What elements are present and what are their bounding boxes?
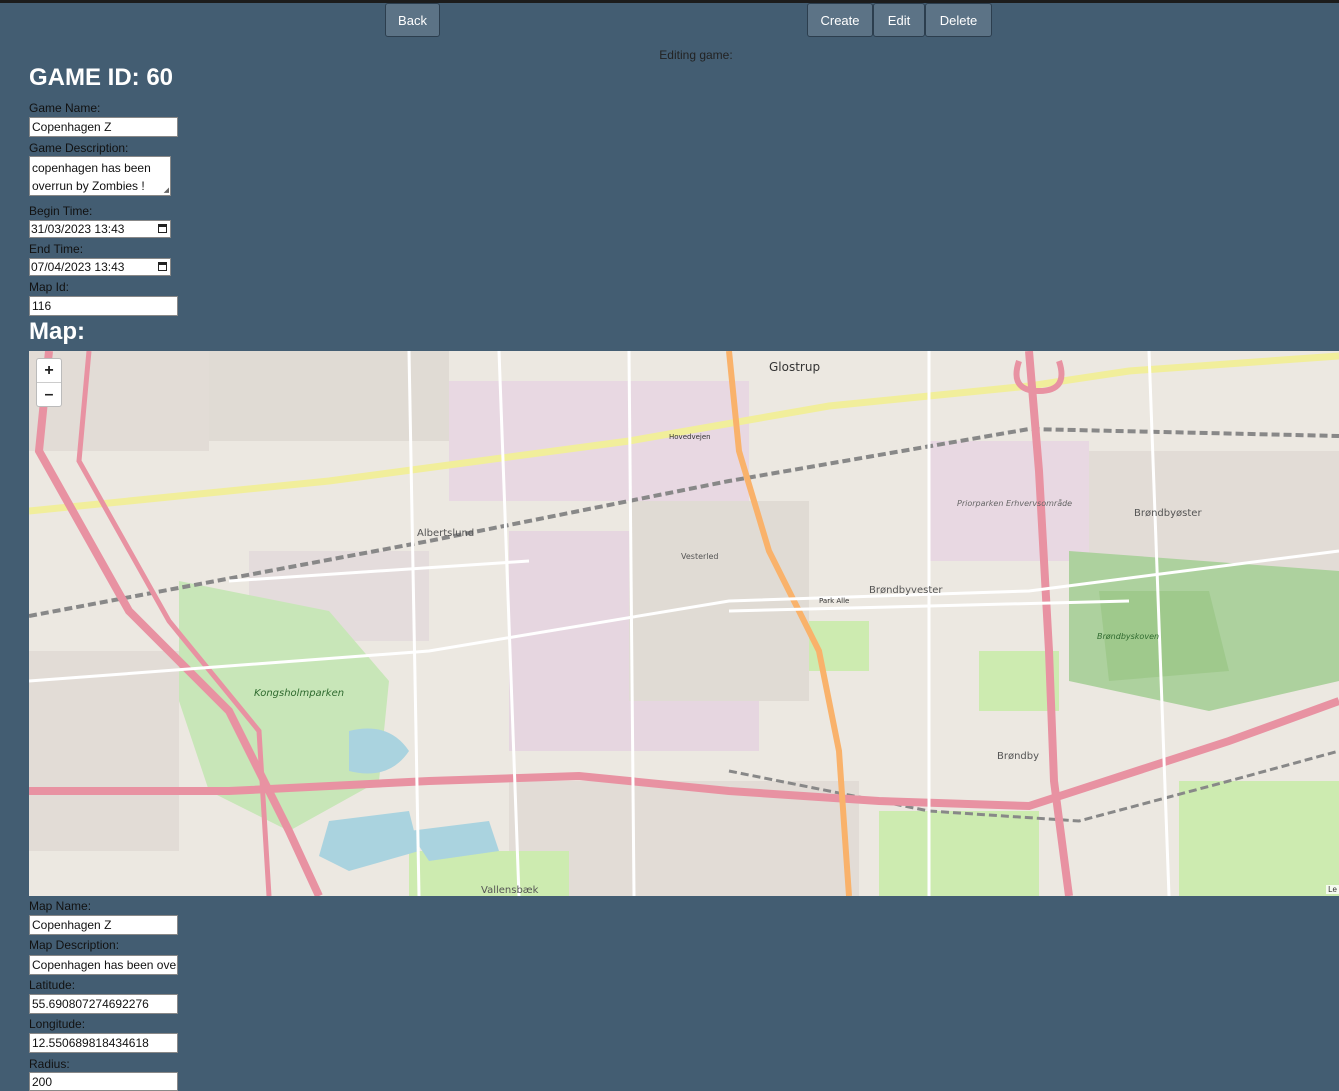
calendar-icon[interactable]	[158, 224, 167, 233]
map-name-field[interactable]: Copenhagen Z	[29, 915, 178, 935]
delete-button[interactable]: Delete	[925, 3, 992, 37]
calendar-icon[interactable]	[158, 262, 167, 271]
map-label: Vesterled	[681, 552, 719, 561]
radius-field[interactable]: 200	[29, 1072, 178, 1091]
end-time-field[interactable]: 07/04/2023 13:43	[29, 258, 171, 276]
map-id-label: Map Id:	[29, 280, 70, 294]
game-description-value: copenhagen has been overrun by Zombies !	[32, 161, 151, 193]
latitude-field[interactable]: 55.690807274692276	[29, 994, 178, 1014]
longitude-label: Longitude:	[29, 1017, 86, 1031]
zoom-in-button[interactable]: +	[37, 359, 61, 382]
map-name-label: Map Name:	[29, 899, 92, 913]
end-time-value: 07/04/2023 13:43	[31, 260, 125, 274]
game-name-label: Game Name:	[29, 101, 101, 115]
map-id-field[interactable]: 116	[29, 296, 178, 316]
map-label: Vallensbæk	[481, 885, 539, 896]
back-button[interactable]: Back	[385, 3, 440, 37]
window-top-border	[0, 0, 1339, 3]
map-tiles: Glostrup Albertslund Brøndbyøster Brøndb…	[29, 351, 1339, 896]
map-label: Kongsholmparken	[254, 688, 344, 699]
resize-grip-icon[interactable]: ◢	[164, 187, 169, 194]
begin-time-value: 31/03/2023 13:43	[31, 222, 125, 236]
map-label: Hovedvejen	[669, 433, 711, 441]
map-view[interactable]: Glostrup Albertslund Brøndbyøster Brøndb…	[29, 351, 1339, 896]
map-label: Brøndbyvester	[869, 585, 943, 596]
map-label: Albertslund	[417, 528, 474, 539]
status-text: Editing game:	[659, 48, 733, 62]
zoom-control: + –	[36, 358, 62, 407]
game-description-label: Game Description:	[29, 141, 129, 155]
game-description-textarea[interactable]: copenhagen has been overrun by Zombies !…	[29, 156, 171, 196]
map-label: Park Alle	[819, 597, 849, 605]
create-button[interactable]: Create	[807, 3, 873, 37]
begin-time-label: Begin Time:	[29, 204, 93, 218]
map-heading: Map:	[29, 318, 85, 345]
map-label: Glostrup	[769, 360, 820, 374]
latitude-label: Latitude:	[29, 978, 76, 992]
map-label: Brøndby	[997, 751, 1039, 762]
map-label: Brøndbyøster	[1134, 508, 1202, 519]
map-label: Brøndbyskoven	[1097, 632, 1159, 641]
game-name-field[interactable]: Copenhagen Z	[29, 117, 178, 137]
longitude-field[interactable]: 12.550689818434618	[29, 1033, 178, 1053]
map-description-field[interactable]: Copenhagen has been overrun by Zombies !	[29, 955, 178, 975]
map-description-label: Map Description:	[29, 938, 120, 952]
edit-button[interactable]: Edit	[873, 3, 925, 37]
radius-label: Radius:	[29, 1057, 70, 1071]
map-attribution[interactable]: Le	[1326, 885, 1339, 894]
begin-time-field[interactable]: 31/03/2023 13:43	[29, 220, 171, 238]
end-time-label: End Time:	[29, 242, 84, 256]
zoom-out-button[interactable]: –	[37, 382, 61, 406]
page-title: GAME ID: 60	[29, 64, 174, 91]
map-label: Priorparken Erhvervsområde	[957, 498, 1072, 508]
